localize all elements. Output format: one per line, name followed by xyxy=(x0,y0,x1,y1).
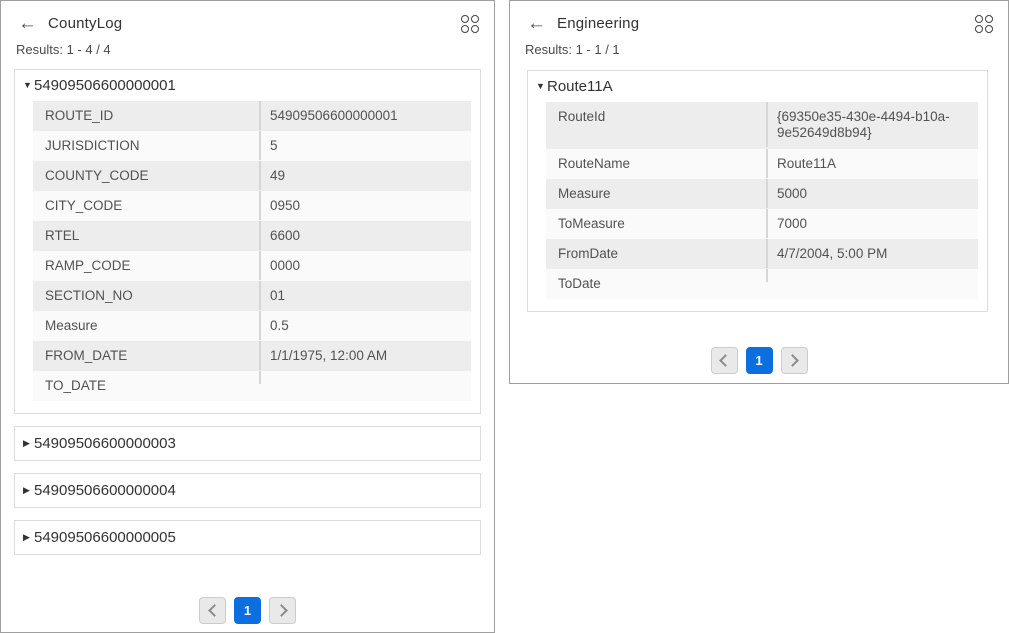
table-row: Measure5000 xyxy=(546,179,978,209)
back-arrow-icon[interactable]: ← xyxy=(18,14,37,33)
chevron-left-icon xyxy=(719,354,732,367)
feature-card: ▶ 54909506600000003 xyxy=(14,426,481,461)
field-name: JURISDICTION xyxy=(33,131,259,159)
feature-card: ▼ Route11A RouteId{69350e35-430e-4494-b1… xyxy=(527,70,988,312)
table-row: FromDate4/7/2004, 5:00 PM xyxy=(546,239,978,269)
field-value: 0.5 xyxy=(259,311,471,340)
table-row: FROM_DATE1/1/1975, 12:00 AM xyxy=(33,341,471,371)
field-name: FROM_DATE xyxy=(33,341,259,369)
field-value: 01 xyxy=(259,281,471,310)
feature-card: ▶ 54909506600000004 xyxy=(14,473,481,508)
feature-title: 54909506600000005 xyxy=(34,529,176,546)
field-value: Route11A xyxy=(766,149,978,178)
previous-page-button[interactable] xyxy=(711,347,738,374)
feature-title: 54909506600000004 xyxy=(34,482,176,499)
feature-accordion-header[interactable]: ▶ 54909506600000005 xyxy=(15,521,480,554)
field-value: 0000 xyxy=(259,251,471,280)
caret-down-icon: ▼ xyxy=(23,81,34,90)
table-row: SECTION_NO01 xyxy=(33,281,471,311)
field-value: 7000 xyxy=(766,209,978,238)
chevron-left-icon xyxy=(208,604,221,617)
previous-page-button[interactable] xyxy=(199,597,226,624)
feature-info-panel-engineering: ← Engineering Results: 1 - 1 / 1 ▼ Route… xyxy=(509,0,1009,384)
pagination: 1 xyxy=(1,597,494,624)
feature-card: ▼ 54909506600000001 ROUTE_ID549095066000… xyxy=(14,69,481,414)
field-name: TO_DATE xyxy=(33,371,259,399)
field-name: RouteId xyxy=(546,102,766,130)
field-value: 54909506600000001 xyxy=(259,101,471,130)
attribute-table: ROUTE_ID54909506600000001 JURISDICTION5 … xyxy=(33,101,471,401)
results-count: Results: 1 - 1 / 1 xyxy=(510,33,1008,57)
pagination: 1 xyxy=(510,347,1008,374)
next-page-button[interactable] xyxy=(269,597,296,624)
field-name: ROUTE_ID xyxy=(33,101,259,129)
table-row: RAMP_CODE0000 xyxy=(33,251,471,281)
panel-title: CountyLog xyxy=(48,15,122,32)
table-row: CITY_CODE0950 xyxy=(33,191,471,221)
field-name: FromDate xyxy=(546,239,766,267)
field-value: {69350e35-430e-4494-b10a-9e52649d8b94} xyxy=(766,102,978,147)
field-name: RouteName xyxy=(546,149,766,177)
field-name: ToMeasure xyxy=(546,209,766,237)
feature-title: 54909506600000003 xyxy=(34,435,176,452)
feature-accordion-header[interactable]: ▶ 54909506600000004 xyxy=(15,474,480,507)
panel-header: ← CountyLog xyxy=(1,1,494,33)
back-arrow-icon[interactable]: ← xyxy=(527,14,546,33)
field-name: CITY_CODE xyxy=(33,191,259,219)
table-row: RTEL6600 xyxy=(33,221,471,251)
feature-title: 54909506600000001 xyxy=(34,77,176,94)
caret-right-icon: ▶ xyxy=(23,486,34,495)
chevron-right-icon xyxy=(786,354,799,367)
field-name: RAMP_CODE xyxy=(33,251,259,279)
field-name: Measure xyxy=(546,179,766,207)
field-value: 4/7/2004, 5:00 PM xyxy=(766,239,978,268)
field-value: 6600 xyxy=(259,221,471,250)
field-value: 1/1/1975, 12:00 AM xyxy=(259,341,471,370)
feature-info-panel-countylog: ← CountyLog Results: 1 - 4 / 4 ▼ 5490950… xyxy=(0,0,495,633)
field-name: ToDate xyxy=(546,269,766,297)
field-value: 5 xyxy=(259,131,471,160)
table-row: ToMeasure7000 xyxy=(546,209,978,239)
next-page-button[interactable] xyxy=(781,347,808,374)
field-name: COUNTY_CODE xyxy=(33,161,259,189)
field-name: RTEL xyxy=(33,221,259,249)
feature-card: ▶ 54909506600000005 xyxy=(14,520,481,555)
table-row: RouteNameRoute11A xyxy=(546,149,978,179)
feature-accordion-header[interactable]: ▼ Route11A xyxy=(528,71,987,100)
chevron-right-icon xyxy=(275,604,288,617)
field-name: SECTION_NO xyxy=(33,281,259,309)
field-value xyxy=(259,371,471,384)
table-row: ToDate xyxy=(546,269,978,299)
table-row: Measure0.5 xyxy=(33,311,471,341)
field-value: 49 xyxy=(259,161,471,190)
table-row: COUNTY_CODE49 xyxy=(33,161,471,191)
panel-header: ← Engineering xyxy=(510,1,1008,33)
caret-right-icon: ▶ xyxy=(23,533,34,542)
feature-title: Route11A xyxy=(547,78,613,95)
data-actions-icon[interactable] xyxy=(975,15,993,33)
feature-accordion-header[interactable]: ▼ 54909506600000001 xyxy=(15,70,480,99)
field-value: 0950 xyxy=(259,191,471,220)
field-value: 5000 xyxy=(766,179,978,208)
panel-title: Engineering xyxy=(557,15,639,32)
current-page-button[interactable]: 1 xyxy=(234,597,261,624)
field-value xyxy=(766,269,978,282)
attribute-table: RouteId{69350e35-430e-4494-b10a-9e52649d… xyxy=(546,102,978,299)
table-row: TO_DATE xyxy=(33,371,471,401)
caret-down-icon: ▼ xyxy=(536,82,547,91)
data-actions-icon[interactable] xyxy=(461,15,479,33)
table-row: RouteId{69350e35-430e-4494-b10a-9e52649d… xyxy=(546,102,978,149)
results-count: Results: 1 - 4 / 4 xyxy=(1,33,494,57)
table-row: ROUTE_ID54909506600000001 xyxy=(33,101,471,131)
feature-accordion-header[interactable]: ▶ 54909506600000003 xyxy=(15,427,480,460)
caret-right-icon: ▶ xyxy=(23,439,34,448)
table-row: JURISDICTION5 xyxy=(33,131,471,161)
current-page-button[interactable]: 1 xyxy=(746,347,773,374)
field-name: Measure xyxy=(33,311,259,339)
